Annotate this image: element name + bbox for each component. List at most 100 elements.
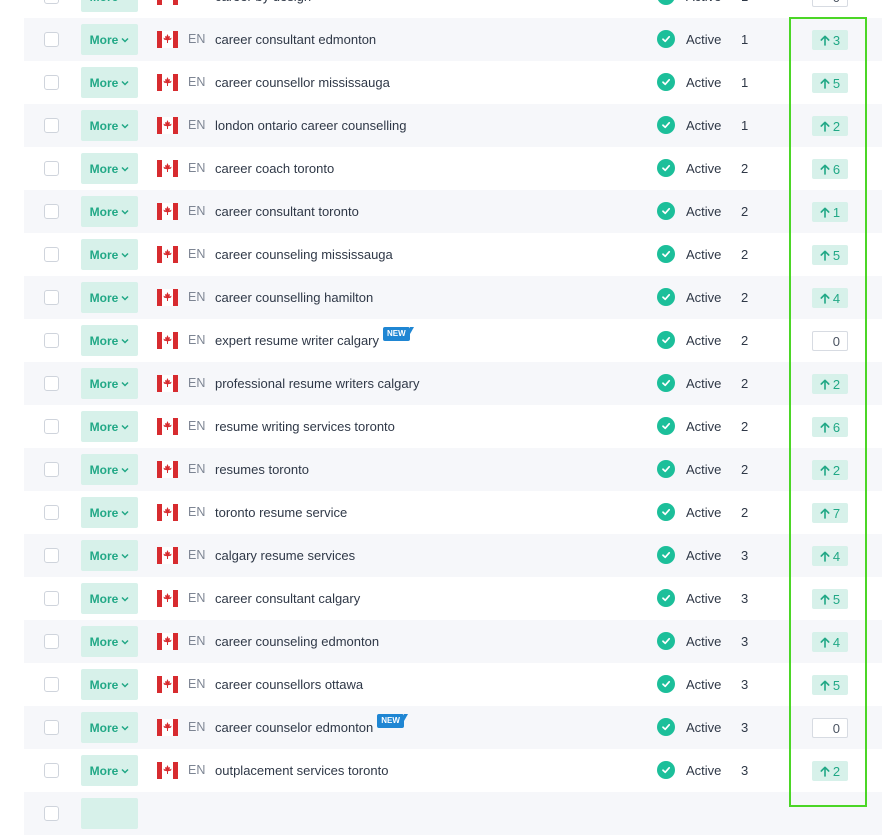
language-code: EN bbox=[188, 591, 206, 605]
row-checkbox[interactable] bbox=[44, 806, 59, 821]
more-button[interactable]: More bbox=[81, 110, 138, 141]
status-text: Active bbox=[686, 634, 722, 649]
canada-flag-icon bbox=[157, 117, 178, 134]
check-circle-icon bbox=[657, 73, 675, 91]
row-checkbox[interactable] bbox=[44, 333, 59, 348]
keyword-label: calgary resume services bbox=[215, 548, 356, 563]
position-value: 2 bbox=[741, 247, 749, 262]
more-button[interactable]: More bbox=[81, 497, 138, 528]
row-checkbox[interactable] bbox=[44, 505, 59, 520]
more-button[interactable] bbox=[81, 798, 138, 829]
more-button[interactable]: More bbox=[81, 755, 138, 786]
more-button[interactable]: More bbox=[81, 583, 138, 614]
arrow-up-icon bbox=[820, 766, 830, 777]
position-change-badge: 5 bbox=[812, 73, 848, 93]
row-checkbox[interactable] bbox=[44, 419, 59, 434]
status-text: Active bbox=[686, 376, 722, 391]
more-button[interactable]: More bbox=[81, 196, 138, 227]
position-value: 1 bbox=[741, 75, 749, 90]
keyword-label: career consultant toronto bbox=[215, 204, 359, 219]
new-badge: NEW bbox=[383, 327, 414, 341]
more-button[interactable]: More bbox=[81, 325, 138, 356]
row-checkbox[interactable] bbox=[44, 161, 59, 176]
more-button[interactable]: More bbox=[81, 24, 138, 55]
keyword-text: calgary resume services bbox=[215, 548, 355, 563]
row-checkbox[interactable] bbox=[44, 75, 59, 90]
change-value: 3 bbox=[832, 32, 841, 48]
table-row: More EN career consultant toronto Active… bbox=[24, 190, 882, 233]
change-value: 5 bbox=[832, 677, 841, 693]
canada-flag-icon bbox=[157, 719, 178, 736]
more-button[interactable]: More bbox=[81, 669, 138, 700]
table-row: More EN outplacement services toronto Ac… bbox=[24, 749, 882, 792]
check-circle-icon bbox=[657, 159, 675, 177]
keyword-label: professional resume writers calgary bbox=[215, 376, 420, 391]
keyword-label: career coach toronto bbox=[215, 161, 335, 176]
chevron-down-icon bbox=[121, 380, 129, 388]
more-button[interactable]: More bbox=[81, 282, 138, 313]
chevron-down-icon bbox=[121, 638, 129, 646]
row-checkbox[interactable] bbox=[44, 247, 59, 262]
canada-flag-icon bbox=[157, 246, 178, 263]
language-code: EN bbox=[188, 505, 206, 519]
more-button[interactable]: More bbox=[81, 0, 138, 12]
position-value: 1 bbox=[741, 0, 748, 4]
row-checkbox[interactable] bbox=[44, 118, 59, 133]
row-checkbox[interactable] bbox=[44, 720, 59, 735]
row-checkbox[interactable] bbox=[44, 32, 59, 47]
row-checkbox[interactable] bbox=[44, 462, 59, 477]
position-change-badge: 5 bbox=[812, 245, 848, 265]
row-checkbox[interactable] bbox=[44, 548, 59, 563]
row-checkbox[interactable] bbox=[44, 0, 59, 4]
chevron-down-icon bbox=[121, 595, 129, 603]
more-button[interactable]: More bbox=[81, 454, 138, 485]
change-value: 5 bbox=[832, 247, 841, 263]
row-checkbox[interactable] bbox=[44, 204, 59, 219]
position-change-badge: 2 bbox=[812, 460, 848, 480]
position-value: 2 bbox=[741, 161, 749, 176]
keyword-text: career by design bbox=[215, 0, 311, 4]
position-change-badge: 0 bbox=[812, 718, 848, 738]
more-button[interactable]: More bbox=[81, 239, 138, 270]
change-value: 4 bbox=[832, 548, 841, 564]
keyword-label: career by design bbox=[215, 0, 311, 4]
more-button[interactable]: More bbox=[81, 540, 138, 571]
more-button[interactable]: More bbox=[81, 411, 138, 442]
chevron-down-icon bbox=[121, 122, 129, 130]
arrow-up-icon bbox=[820, 379, 830, 390]
row-checkbox[interactable] bbox=[44, 290, 59, 305]
position-change-badge: 6 bbox=[812, 159, 848, 179]
keyword-label: career counseling mississauga bbox=[215, 247, 393, 262]
row-checkbox[interactable] bbox=[44, 677, 59, 692]
canada-flag-icon bbox=[157, 504, 178, 521]
position-change-badge: 2 bbox=[812, 761, 848, 781]
position-change-badge: 4 bbox=[812, 288, 848, 308]
status-text: Active bbox=[686, 75, 722, 90]
status-text: Active bbox=[686, 720, 722, 735]
chevron-down-icon bbox=[121, 36, 129, 44]
row-checkbox[interactable] bbox=[44, 763, 59, 778]
row-checkbox[interactable] bbox=[44, 634, 59, 649]
arrow-up-icon bbox=[820, 164, 830, 175]
more-button[interactable]: More bbox=[81, 368, 138, 399]
keyword-text: career consultant toronto bbox=[215, 204, 359, 219]
more-button[interactable]: More bbox=[81, 153, 138, 184]
more-button[interactable]: More bbox=[81, 712, 138, 743]
position-change-badge: 1 bbox=[812, 202, 848, 222]
more-button-label: More bbox=[89, 634, 119, 649]
keyword-label: career consultant calgary bbox=[215, 591, 361, 606]
canada-flag-icon bbox=[157, 418, 178, 435]
keyword-text: expert resume writer calgary NEW bbox=[215, 327, 414, 350]
change-value: 7 bbox=[832, 505, 841, 521]
more-button[interactable]: More bbox=[81, 626, 138, 657]
row-checkbox[interactable] bbox=[44, 591, 59, 606]
chevron-down-icon bbox=[121, 0, 129, 1]
change-value: 0 bbox=[832, 333, 840, 349]
keyword-text: career counsellor mississauga bbox=[215, 75, 390, 90]
position-value: 3 bbox=[741, 591, 749, 606]
row-checkbox[interactable] bbox=[44, 376, 59, 391]
more-button[interactable]: More bbox=[81, 67, 138, 98]
more-button-label: More bbox=[89, 548, 119, 563]
change-value: 1 bbox=[832, 204, 841, 220]
more-button-label: More bbox=[90, 0, 119, 4]
